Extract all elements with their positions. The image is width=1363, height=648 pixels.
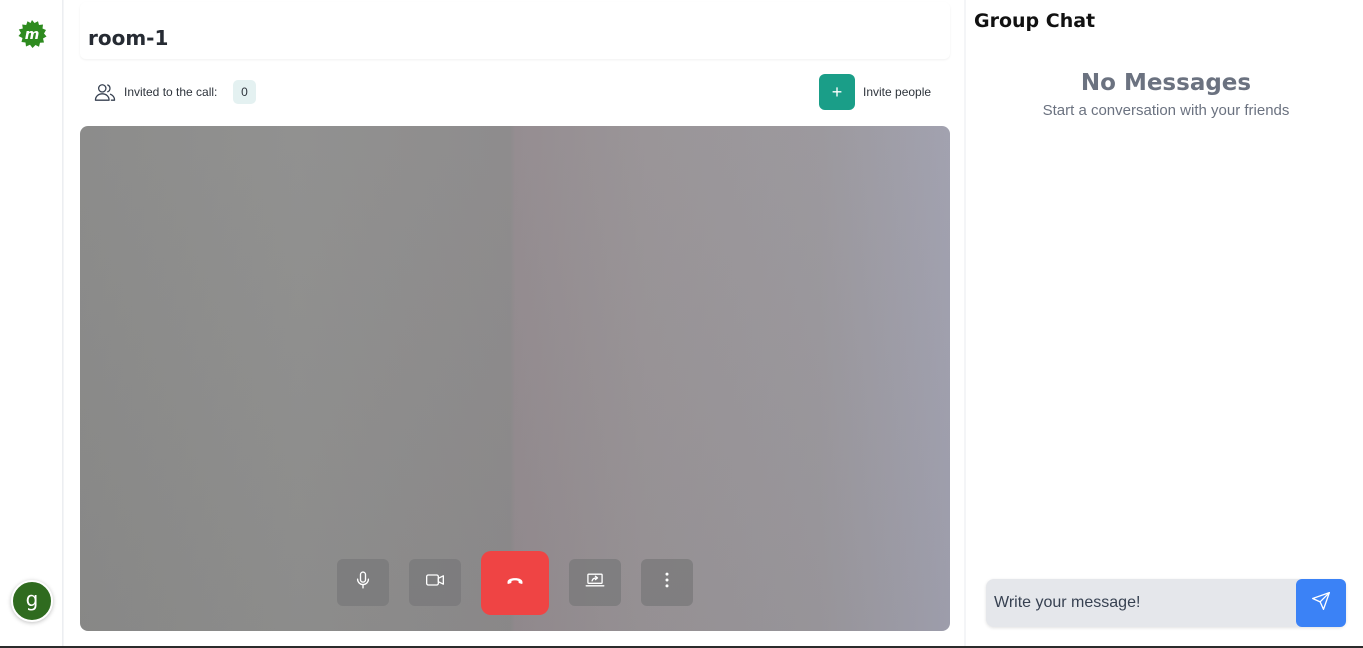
room-title: room-1 bbox=[88, 26, 169, 50]
camera-icon bbox=[425, 570, 445, 595]
group-chat-panel: Group Chat No Messages Start a conversat… bbox=[966, 0, 1363, 646]
end-call-button[interactable] bbox=[481, 551, 549, 615]
invited-count-badge: 0 bbox=[233, 80, 256, 104]
microphone-icon bbox=[353, 570, 373, 595]
microphone-button[interactable] bbox=[337, 559, 389, 606]
message-composer bbox=[986, 579, 1346, 627]
more-options-icon bbox=[657, 570, 677, 595]
camera-button[interactable] bbox=[409, 559, 461, 606]
video-feed bbox=[80, 126, 950, 631]
more-options-button[interactable] bbox=[641, 559, 693, 606]
left-rail: m g bbox=[0, 0, 63, 646]
send-icon bbox=[1311, 591, 1331, 616]
end-call-icon bbox=[505, 571, 525, 596]
invite-row: Invited to the call: 0 + Invite people bbox=[80, 74, 950, 110]
app-logo[interactable]: m bbox=[16, 18, 48, 50]
send-button[interactable] bbox=[1296, 579, 1346, 627]
invited-label: Invited to the call: bbox=[124, 85, 218, 99]
share-screen-button[interactable] bbox=[569, 559, 621, 606]
people-icon bbox=[94, 82, 116, 102]
empty-state-subtitle: Start a conversation with your friends bbox=[1042, 102, 1290, 119]
svg-text:m: m bbox=[25, 27, 40, 43]
user-avatar[interactable]: g bbox=[11, 580, 53, 622]
call-controls bbox=[80, 126, 950, 631]
invite-people-button[interactable]: + bbox=[819, 74, 855, 110]
empty-state-title: No Messages bbox=[1080, 70, 1252, 96]
invite-people-label[interactable]: Invite people bbox=[863, 85, 931, 99]
plus-icon: + bbox=[831, 81, 843, 102]
room-header: room-1 bbox=[80, 2, 950, 59]
message-input[interactable] bbox=[986, 579, 1296, 627]
chat-title: Group Chat bbox=[974, 10, 1096, 32]
share-screen-icon bbox=[585, 570, 605, 595]
call-panel: room-1 Invited to the call: 0 + Invite p… bbox=[64, 0, 964, 646]
